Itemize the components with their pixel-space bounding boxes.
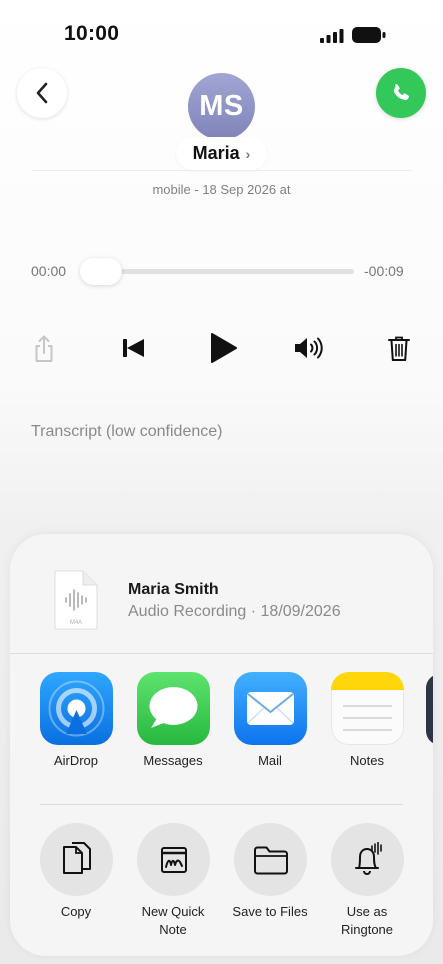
mail-app[interactable] — [234, 672, 307, 745]
messages-app[interactable] — [137, 672, 210, 745]
status-bar: 10:00 — [0, 0, 443, 60]
chevron-left-icon — [36, 82, 48, 104]
notes-icon — [331, 672, 404, 731]
play-button[interactable] — [204, 329, 242, 367]
save-to-files-button[interactable] — [234, 823, 307, 896]
airdrop-label: AirDrop — [53, 753, 99, 768]
speaker-icon — [295, 337, 323, 359]
contact-name: Maria — [192, 143, 240, 163]
phone-icon — [393, 83, 410, 101]
speaker-button[interactable] — [292, 334, 328, 362]
elapsed-time: 00:00 — [31, 263, 67, 279]
airdrop-app[interactable] — [40, 672, 113, 745]
avatar[interactable]: MS — [188, 73, 255, 140]
share-icon — [35, 335, 53, 362]
notes-app[interactable] — [331, 672, 404, 745]
chevron-right-icon: › — [245, 145, 251, 162]
messages-label: Messages — [143, 753, 203, 768]
battery-icon — [352, 27, 386, 43]
call-details: mobile - 18 Sep 2026 at — [152, 182, 291, 197]
file-type-caption: M4A — [70, 620, 82, 626]
new-quick-note-button[interactable] — [137, 823, 210, 896]
transcript-label: Transcript (low confidence) — [31, 423, 223, 440]
copy-label: Copy — [60, 904, 92, 919]
share-button[interactable] — [30, 333, 58, 365]
copy-button[interactable] — [40, 823, 113, 896]
quick-note-icon — [160, 846, 187, 873]
use-as-ringtone-label: Use as Ringtone — [340, 904, 394, 937]
mail-label: Mail — [258, 753, 282, 768]
back-button[interactable] — [17, 68, 67, 118]
file-subtitle: Audio Recording · 18/09/2026 — [128, 603, 341, 620]
contact-name-button[interactable]: Maria › — [176, 137, 267, 170]
scrubber-track[interactable] — [90, 269, 354, 274]
messages-icon — [149, 687, 198, 728]
sheet-divider — [10, 653, 433, 654]
delete-button[interactable] — [385, 333, 413, 365]
remaining-time: -00:09 — [364, 263, 404, 279]
mail-icon — [247, 692, 294, 725]
folder-icon — [253, 846, 288, 874]
notes-label: Notes — [350, 753, 384, 768]
bell-icon — [354, 841, 382, 875]
audio-file-icon: M4A — [54, 570, 98, 630]
next-app-peek[interactable] — [426, 674, 433, 745]
trash-icon — [388, 336, 410, 361]
save-to-files-label: Save to Files — [232, 904, 308, 919]
skip-back-button[interactable] — [118, 334, 148, 362]
status-time: 10:00 — [64, 22, 120, 45]
play-icon — [211, 333, 237, 363]
scrubber-thumb[interactable] — [80, 258, 122, 285]
share-sheet: M4A Maria Smith Audio Recording · 18/09/… — [10, 534, 433, 956]
header-divider — [32, 170, 412, 171]
cellular-signal-icon — [320, 29, 344, 43]
file-title: Maria Smith — [128, 581, 219, 598]
skip-back-icon — [123, 339, 144, 357]
use-as-ringtone-button[interactable] — [331, 823, 404, 896]
call-button[interactable] — [376, 68, 426, 118]
sheet-divider — [40, 804, 403, 805]
airdrop-icon — [48, 680, 105, 737]
new-quick-note-label: New Quick Note — [141, 904, 205, 937]
copy-icon — [62, 841, 91, 874]
